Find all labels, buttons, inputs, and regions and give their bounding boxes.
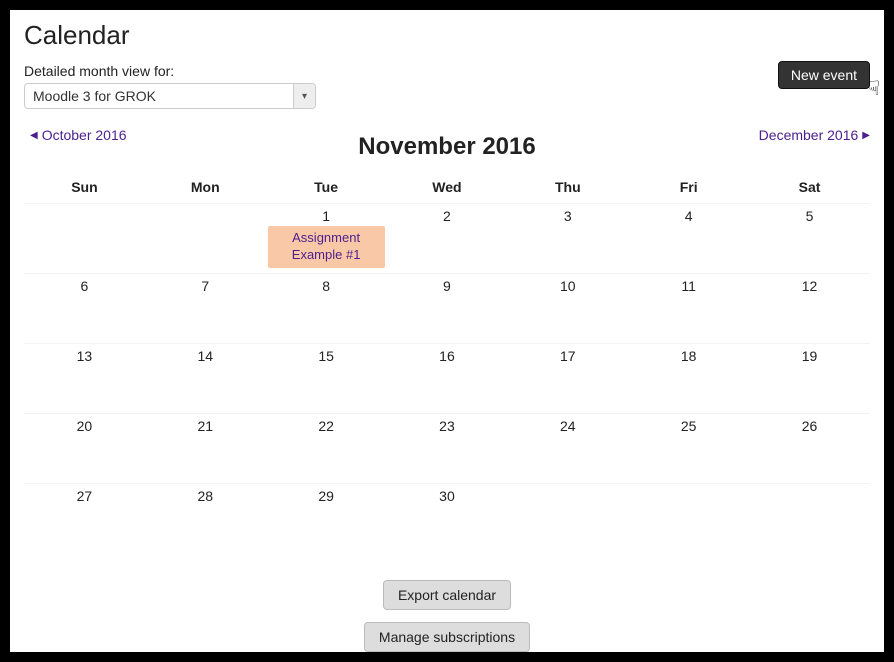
prev-month-link[interactable]: ◀ October 2016: [30, 127, 127, 143]
course-select[interactable]: Moodle 3 for GROK ▾: [24, 83, 316, 109]
calendar-cell[interactable]: 11: [628, 274, 749, 344]
calendar-grid: SunMonTueWedThuFriSat 1Assignment Exampl…: [24, 179, 870, 554]
weekday-header: Fri: [628, 179, 749, 204]
day-number: 8: [266, 274, 387, 294]
day-number: 2: [387, 204, 508, 224]
calendar-cell[interactable]: 25: [628, 414, 749, 484]
calendar-cell: [24, 204, 145, 274]
calendar-cell[interactable]: 2: [387, 204, 508, 274]
calendar-cell[interactable]: 6: [24, 274, 145, 344]
day-number: 20: [24, 414, 145, 434]
manage-subscriptions-button[interactable]: Manage subscriptions: [364, 622, 530, 652]
calendar-cell[interactable]: 30: [387, 484, 508, 554]
day-number: 23: [387, 414, 508, 434]
new-event-button[interactable]: New event: [778, 61, 870, 89]
calendar-cell[interactable]: 15: [266, 344, 387, 414]
calendar-cell[interactable]: 14: [145, 344, 266, 414]
weekday-header: Sun: [24, 179, 145, 204]
day-number: 28: [145, 484, 266, 504]
next-month-link[interactable]: December 2016 ▶: [759, 127, 870, 143]
calendar-cell[interactable]: 10: [507, 274, 628, 344]
calendar-cell[interactable]: 19: [749, 344, 870, 414]
day-number: 27: [24, 484, 145, 504]
calendar-cell[interactable]: 5: [749, 204, 870, 274]
day-number: 13: [24, 344, 145, 364]
calendar-cell[interactable]: 3: [507, 204, 628, 274]
weekday-header: Thu: [507, 179, 628, 204]
calendar-cell[interactable]: 29: [266, 484, 387, 554]
current-month-title: November 2016: [24, 127, 870, 161]
calendar-cell[interactable]: 23: [387, 414, 508, 484]
calendar-cell[interactable]: 18: [628, 344, 749, 414]
prev-month-label: October 2016: [42, 127, 127, 143]
day-number: 19: [749, 344, 870, 364]
calendar-cell[interactable]: 20: [24, 414, 145, 484]
day-number: 6: [24, 274, 145, 294]
day-number: 10: [507, 274, 628, 294]
weekday-header: Wed: [387, 179, 508, 204]
weekday-header: Mon: [145, 179, 266, 204]
calendar-cell[interactable]: 9: [387, 274, 508, 344]
day-number: 29: [266, 484, 387, 504]
weekday-header: Sat: [749, 179, 870, 204]
calendar-cell[interactable]: 4: [628, 204, 749, 274]
calendar-cell[interactable]: 17: [507, 344, 628, 414]
calendar-cell: [628, 484, 749, 554]
calendar-event[interactable]: Assignment Example #1: [268, 226, 385, 268]
calendar-cell[interactable]: 8: [266, 274, 387, 344]
calendar-cell[interactable]: 27: [24, 484, 145, 554]
course-select-label: Detailed month view for:: [24, 63, 316, 79]
day-number: 1: [266, 204, 387, 224]
calendar-cell[interactable]: 1Assignment Example #1: [266, 204, 387, 274]
day-number: 4: [628, 204, 749, 224]
calendar-cell[interactable]: 22: [266, 414, 387, 484]
calendar-cell: [507, 484, 628, 554]
day-number: 9: [387, 274, 508, 294]
calendar-cell: [749, 484, 870, 554]
day-number: 25: [628, 414, 749, 434]
day-number: 12: [749, 274, 870, 294]
day-number: 15: [266, 344, 387, 364]
day-number: 18: [628, 344, 749, 364]
dropdown-arrow-icon: ▾: [293, 84, 315, 108]
calendar-cell[interactable]: 7: [145, 274, 266, 344]
day-number: 11: [628, 274, 749, 294]
calendar-cell[interactable]: 26: [749, 414, 870, 484]
export-calendar-button[interactable]: Export calendar: [383, 580, 511, 610]
calendar-cell[interactable]: 28: [145, 484, 266, 554]
calendar-cell: [145, 204, 266, 274]
day-number: 16: [387, 344, 508, 364]
day-number: 17: [507, 344, 628, 364]
day-number: 21: [145, 414, 266, 434]
day-number: 30: [387, 484, 508, 504]
course-select-value: Moodle 3 for GROK: [33, 88, 156, 104]
calendar-cell[interactable]: 24: [507, 414, 628, 484]
calendar-cell[interactable]: 13: [24, 344, 145, 414]
page-title: Calendar: [24, 20, 870, 51]
weekday-header: Tue: [266, 179, 387, 204]
calendar-cell[interactable]: 21: [145, 414, 266, 484]
day-number: 7: [145, 274, 266, 294]
triangle-right-icon: ▶: [862, 130, 870, 141]
calendar-cell[interactable]: 16: [387, 344, 508, 414]
day-number: 5: [749, 204, 870, 224]
day-number: 24: [507, 414, 628, 434]
day-number: 26: [749, 414, 870, 434]
day-number: 14: [145, 344, 266, 364]
next-month-label: December 2016: [759, 127, 859, 143]
day-number: 22: [266, 414, 387, 434]
day-number: 3: [507, 204, 628, 224]
triangle-left-icon: ◀: [30, 130, 38, 141]
calendar-cell[interactable]: 12: [749, 274, 870, 344]
